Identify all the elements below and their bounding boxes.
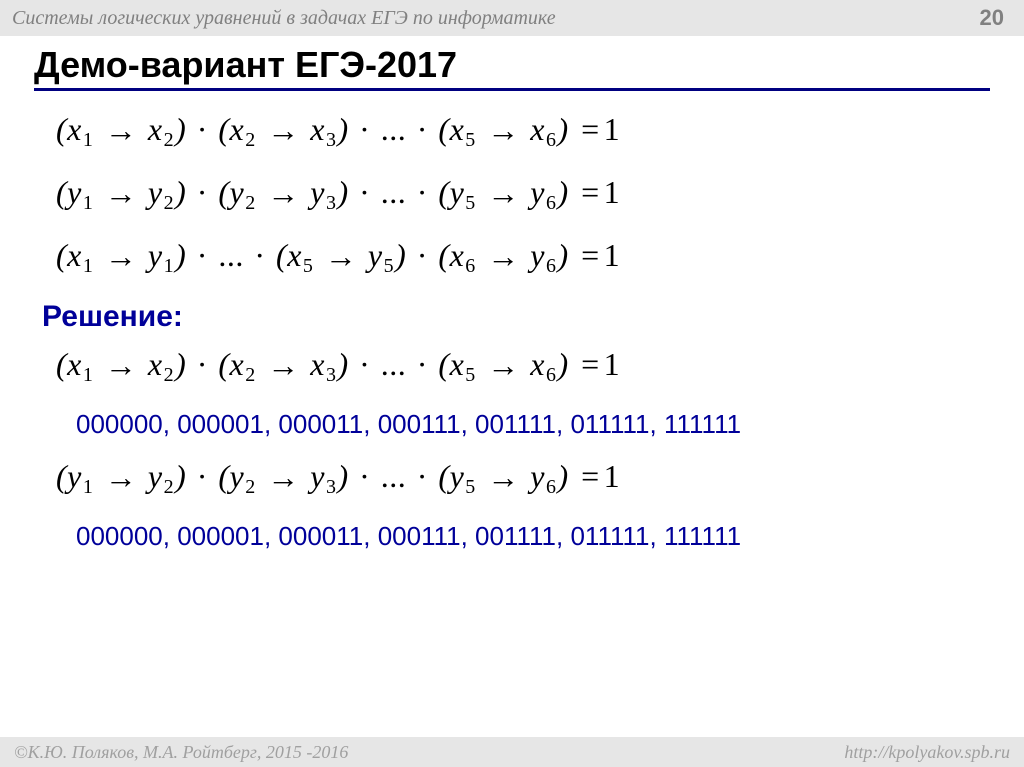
arrow-icon: → (103, 112, 140, 149)
page-number: 20 (980, 5, 1004, 31)
equation-3: (x1 → y1) · ... · (x5 → y5) · (x6 → y6) … (56, 237, 990, 278)
slide: Системы логических уравнений в задачах Е… (0, 0, 1024, 767)
footer-bar: ©К.Ю. Поляков, М.А. Ройтберг, 2015 -2016… (0, 737, 1024, 767)
header-topic: Системы логических уравнений в задачах Е… (12, 7, 556, 30)
footer-url: http://kpolyakov.spb.ru (844, 742, 1010, 763)
content-area: Демо-вариант ЕГЭ-2017 (x1 → x2) · (x2 → … (0, 36, 1024, 552)
footer-copyright: ©К.Ю. Поляков, М.А. Ройтберг, 2015 -2016 (14, 742, 348, 763)
equation-1: (x1 → x2) · (x2 → x3) · ... · (x5 → x6) … (56, 111, 990, 152)
title-rule (34, 88, 990, 91)
equation-2: (y1 → y2) · (y2 → y3) · ... · (y5 → y6) … (56, 174, 990, 215)
solution-block: (x1 → x2) · (x2 → x3) · ... · (x5 → x6) … (34, 346, 990, 387)
equation-5: (y1 → y2) · (y2 → y3) · ... · (y5 → y6) … (56, 458, 990, 499)
equation-4: (x1 → x2) · (x2 → x3) · ... · (x5 → x6) … (56, 346, 990, 387)
sequence-row-2: 000000, 000001, 000011, 000111, 001111, … (34, 521, 990, 552)
equations-block: (x1 → x2) · (x2 → x3) · ... · (x5 → x6) … (34, 111, 990, 278)
solution-label: Решение: (42, 300, 990, 334)
solution-block-2: (y1 → y2) · (y2 → y3) · ... · (y5 → y6) … (34, 458, 990, 499)
page-title: Демо-вариант ЕГЭ-2017 (34, 44, 990, 86)
sequence-row-1: 000000, 000001, 000011, 000111, 001111, … (34, 409, 990, 440)
header-bar: Системы логических уравнений в задачах Е… (0, 0, 1024, 36)
